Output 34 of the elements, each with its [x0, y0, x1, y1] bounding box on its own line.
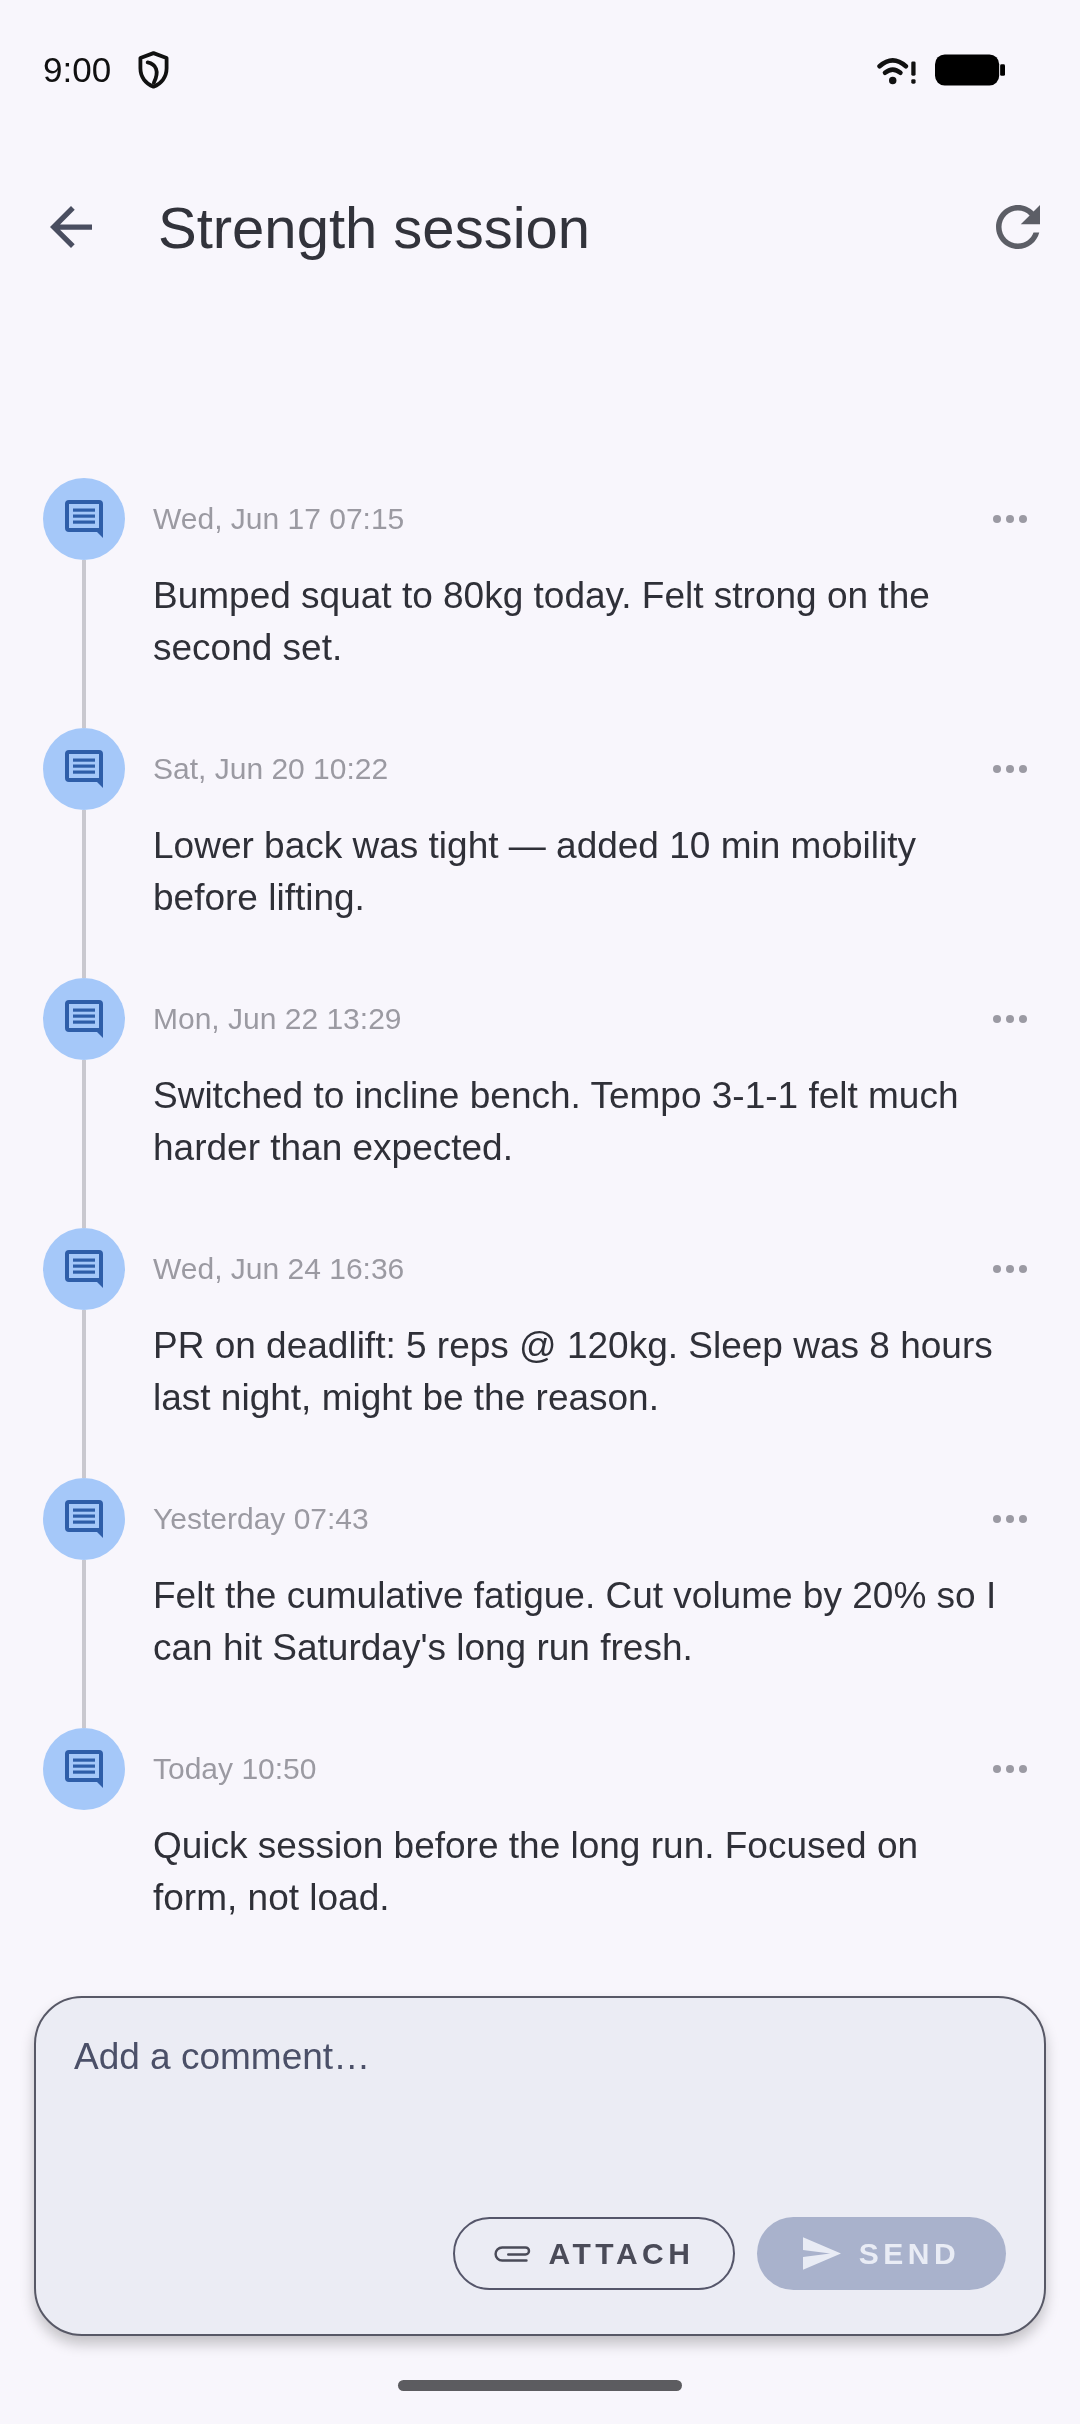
entry-timestamp: Sat, Jun 20 10:22	[153, 752, 389, 786]
more-icon[interactable]	[993, 1765, 1027, 1773]
shield-icon	[138, 51, 170, 89]
entry-text: Quick session before the long run. Focused on form, not load.	[153, 1824, 920, 1920]
comment-icon	[43, 1478, 125, 1560]
more-icon[interactable]	[993, 765, 1027, 773]
comment-icon	[43, 728, 125, 810]
comment-icon	[43, 978, 125, 1060]
entry-text: Bumped squat to 80kg today. Felt strong on the second set.	[153, 574, 931, 670]
comment-icon	[43, 1728, 125, 1810]
battery-icon	[935, 54, 1005, 86]
entry-text: PR on deadlift: 5 reps @ 120kg. Sleep was 8 hours last night, might be the reason.	[153, 1324, 994, 1420]
entry-timestamp: Wed, Jun 24 16:36	[153, 1252, 405, 1286]
entry-text: Switched to incline bench. Tempo 3-1-1 felt much harder than expected.	[153, 1074, 960, 1170]
back-icon[interactable]	[50, 206, 92, 248]
send-icon	[802, 2237, 841, 2270]
more-icon[interactable]	[993, 515, 1027, 523]
attach-button[interactable]: ATTACH	[453, 2217, 735, 2290]
entry-timestamp: Mon, Jun 22 13:29	[153, 1002, 402, 1036]
entry-text: Lower back was tight — added 10 min mobility before lifting.	[153, 824, 917, 920]
status-time: 9:00	[43, 50, 112, 90]
more-icon[interactable]	[993, 1265, 1027, 1273]
entry-text: Felt the cumulative fatigue. Cut volume by 20% so I can hit Saturday's long run fresh.	[153, 1574, 998, 1670]
comment-icon	[43, 478, 125, 560]
entry-timestamp: Today 10:50	[153, 1752, 317, 1786]
comment-icon	[43, 1228, 125, 1310]
refresh-icon[interactable]	[996, 205, 1040, 249]
comment-field[interactable]: Add a comment…	[74, 2034, 1006, 2182]
entry-timestamp: Wed, Jun 17 07:15	[153, 502, 405, 536]
more-icon[interactable]	[993, 1015, 1027, 1023]
paperclip-icon	[493, 2245, 531, 2262]
entry-timestamp: Yesterday 07:43	[153, 1502, 369, 1536]
more-icon[interactable]	[993, 1515, 1027, 1523]
screen-title: Strength session	[158, 193, 592, 261]
